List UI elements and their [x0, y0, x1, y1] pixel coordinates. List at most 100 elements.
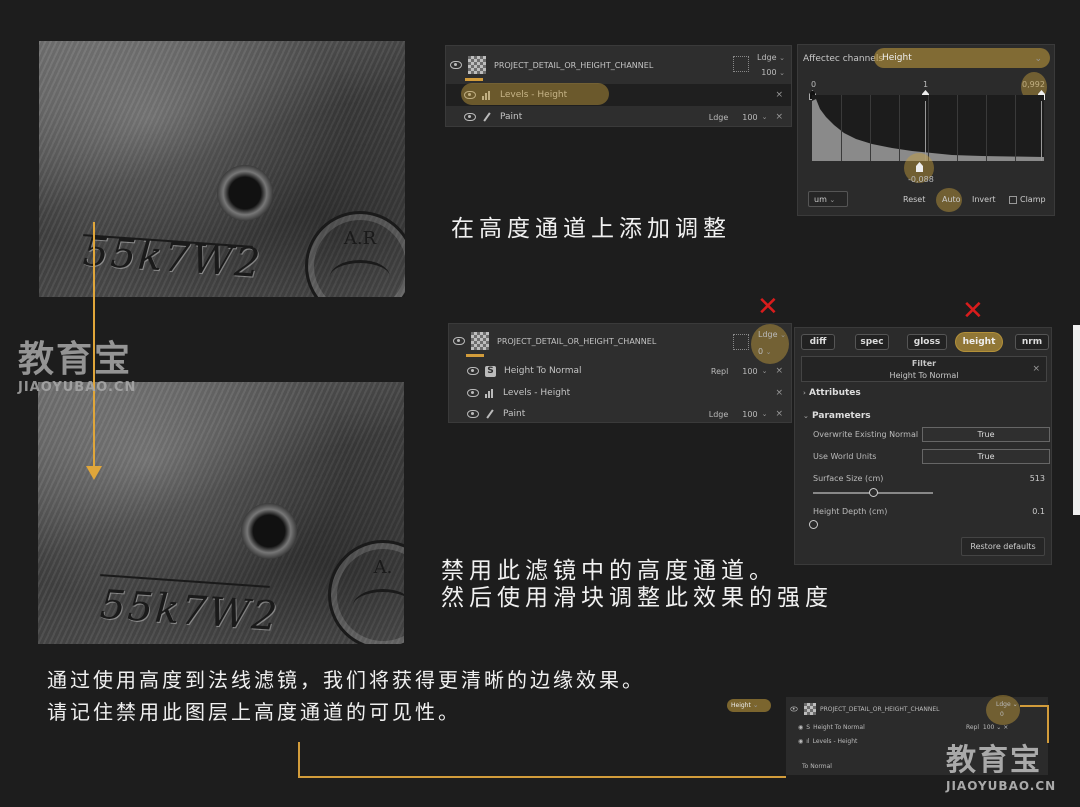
filter-name: Height To Normal — [889, 371, 959, 380]
mode-select[interactable]: um ⌄ — [808, 191, 848, 207]
output-value: -0,088 — [908, 175, 934, 184]
levels-icon — [485, 388, 495, 398]
close-icon[interactable]: × — [775, 409, 783, 419]
affected-channels-label: Affectec channels — [803, 54, 884, 64]
eye-icon[interactable] — [467, 389, 479, 397]
close-icon[interactable]: × — [775, 90, 783, 100]
chevron-down-icon: ⌄ — [829, 196, 836, 204]
red-x-mark: ✕ — [757, 292, 779, 322]
mini-channel-select[interactable]: Height ⌄ — [727, 699, 771, 712]
tab-spec[interactable]: spec — [855, 334, 889, 350]
world-units-toggle[interactable]: True — [922, 449, 1050, 464]
eye-icon[interactable] — [453, 337, 465, 345]
blend-mode[interactable]: Ldge ⌄ — [758, 330, 786, 339]
layer-label: Levels - Height — [503, 388, 571, 398]
close-icon[interactable]: × — [775, 366, 783, 376]
screw-hole — [217, 165, 273, 221]
bracket-line — [298, 742, 300, 776]
edge-bar — [1073, 325, 1080, 515]
height-depth-knob[interactable] — [809, 520, 818, 529]
auto-button[interactable]: Auto — [937, 192, 966, 208]
invert-button[interactable]: Invert — [967, 192, 1001, 208]
caption-line: 通过使用高度到法线滤镜，我们将获得更清晰的边缘效果。 — [47, 668, 645, 692]
mini-row-levels[interactable]: ◉ ıl Levels - Height — [798, 738, 857, 745]
chevron-right-icon: › — [803, 389, 806, 397]
blend-mode[interactable]: Ldge — [709, 113, 729, 122]
attributes-section[interactable]: › Attributes — [803, 388, 861, 398]
filter-s-icon: S — [485, 365, 496, 377]
s-icon: S — [806, 724, 811, 731]
watermark-brand: 教育宝 — [946, 743, 1042, 778]
overwrite-normal-toggle[interactable]: True — [922, 427, 1050, 442]
eye-icon[interactable] — [467, 410, 479, 418]
tab-gloss[interactable]: gloss — [907, 334, 947, 350]
brush-icon — [486, 409, 494, 419]
layer-name: PROJECT_DETAIL_OR_HEIGHT_CHANNEL — [497, 336, 657, 346]
layer-stack-top: PROJECT_DETAIL_OR_HEIGHT_CHANNEL Ldge ⌄ … — [445, 45, 792, 127]
tab-diff[interactable]: diff — [801, 334, 835, 350]
blend-mode[interactable]: Ldge — [709, 410, 729, 419]
opacity-value[interactable]: 0 ⌄ — [758, 347, 772, 356]
eye-icon[interactable]: ◉ — [798, 724, 803, 731]
bracket-line — [298, 776, 786, 778]
eye-icon[interactable] — [464, 113, 476, 121]
eye-icon[interactable] — [467, 367, 479, 375]
tab-nrm[interactable]: nrm — [1015, 334, 1049, 350]
levels-panel: Affectec channels Height ⌄ 0 1 0,992 -0,0… — [797, 44, 1055, 216]
row-controls: Repl 100 ⌄ × — [710, 366, 783, 376]
bracket-line — [1020, 705, 1048, 707]
opacity-value[interactable]: 100 — [742, 410, 757, 419]
layer-row-paint[interactable]: Paint Ldge 100 ⌄ × — [446, 106, 791, 128]
eye-icon[interactable] — [450, 61, 462, 69]
close-icon[interactable]: × — [775, 388, 783, 398]
filter-header: Filter Height To Normal × — [801, 356, 1047, 382]
eye-icon[interactable]: ◉ — [798, 738, 803, 745]
red-x-mark: ✕ — [962, 296, 984, 326]
opacity-value[interactable]: 100 — [742, 367, 757, 376]
height-depth-label: Height Depth (cm) — [813, 507, 888, 516]
channel-select[interactable]: Height ⌄ — [874, 48, 1050, 68]
opacity-value[interactable]: 100 — [742, 113, 757, 122]
mask-thumbnail — [733, 56, 749, 72]
layer-row-height-to-normal[interactable]: S Height To Normal Repl 100 ⌄ × — [449, 360, 791, 382]
highlight-marker — [461, 83, 609, 105]
mini-blend[interactable]: Ldge ⌄ — [996, 701, 1018, 708]
tick-mid: 1 — [923, 80, 929, 89]
blend-mode[interactable]: Repl — [711, 367, 728, 376]
checkbox-icon — [1009, 195, 1017, 204]
opacity-value[interactable]: 100 ⌄ — [761, 68, 785, 77]
mini-row1-blend[interactable]: Repl 100 ⌄ × — [966, 724, 1008, 731]
arrow-down-icon — [86, 466, 102, 480]
filter-properties-panel: diff spec gloss height nrm Filter Height… — [794, 327, 1052, 565]
row-controls: Ldge 100 ⌄ × — [708, 409, 783, 419]
layer-accent-bar — [465, 78, 483, 81]
clamp-toggle[interactable]: Clamp — [1004, 192, 1051, 208]
mini-row-height-to-normal[interactable]: ◉ S Height To Normal — [798, 724, 865, 731]
layer-blend-controls: Ldge ⌄ 0 ⌄ — [758, 330, 786, 356]
parameters-section[interactable]: ⌄ Parameters — [803, 411, 871, 421]
watermark-brand: 教育宝 — [18, 339, 133, 380]
blend-mode[interactable]: Ldge ⌄ — [757, 53, 785, 62]
layer-blend-controls: Ldge ⌄ 100 ⌄ — [757, 53, 785, 77]
reset-button[interactable]: Reset — [898, 192, 930, 208]
surface-size-knob[interactable] — [869, 488, 878, 497]
row-controls: Ldge 100 ⌄ × — [708, 112, 783, 122]
filter-title: Filter — [911, 359, 937, 368]
layer-thumbnail — [804, 703, 816, 715]
screw-hole — [241, 503, 297, 559]
layer-row-levels[interactable]: Levels - Height × — [449, 382, 791, 404]
layer-label: Paint — [500, 112, 523, 122]
seal-text: A.R — [343, 228, 377, 249]
restore-defaults-button[interactable]: Restore defaults — [961, 537, 1045, 556]
levels-icon: ıl — [806, 738, 810, 745]
mini-opacity[interactable]: 0 — [1000, 711, 1004, 718]
close-icon[interactable]: × — [1032, 363, 1040, 375]
world-units-label: Use World Units — [813, 452, 877, 461]
close-icon[interactable]: × — [775, 112, 783, 122]
layer-thumbnail — [471, 332, 489, 350]
tab-height[interactable]: height — [955, 332, 1003, 352]
caption-add-adjustment: 在高度通道上添加调整 — [451, 216, 731, 242]
overwrite-normal-label: Overwrite Existing Normal — [813, 430, 919, 439]
eye-icon[interactable] — [790, 706, 798, 712]
layer-row-paint[interactable]: Paint Ldge 100 ⌄ × — [449, 403, 791, 425]
